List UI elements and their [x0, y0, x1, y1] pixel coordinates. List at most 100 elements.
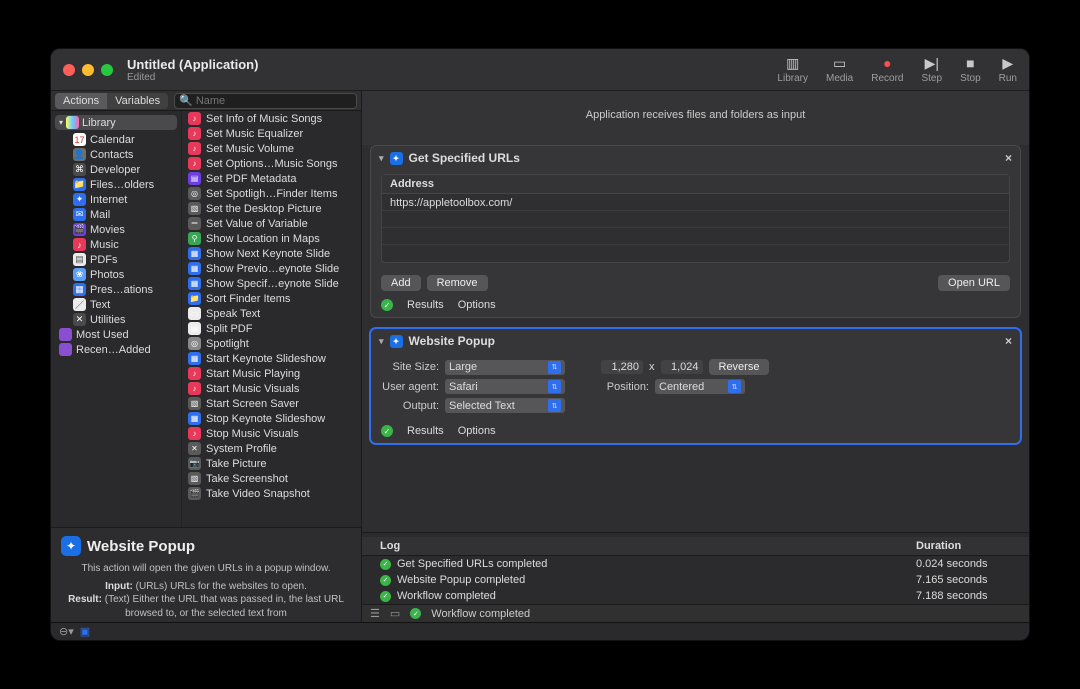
action-list-item[interactable]: ▦Show Previo…eynote Slide [182, 261, 361, 276]
output-select[interactable]: Selected Text ⇅ [445, 398, 565, 413]
action-list-item[interactable]: ♪Set Music Volume [182, 141, 361, 156]
remove-button[interactable]: Remove [427, 275, 488, 291]
action-list-item[interactable]: ▤Set PDF Metadata [182, 171, 361, 186]
action-list-item[interactable]: ▧Start Screen Saver [182, 396, 361, 411]
options-link[interactable]: Options [458, 299, 496, 311]
flow-view-icon[interactable]: ▭ [390, 607, 400, 620]
sidebar-item[interactable]: Most Used [55, 327, 177, 342]
action-list-item[interactable]: ♪Stop Music Visuals [182, 426, 361, 441]
library-tab-segment: Actions Variables [55, 93, 168, 109]
action-icon: ▭ [188, 307, 201, 320]
action-icon: ▤ [188, 322, 201, 335]
run-icon: ▶ [999, 55, 1017, 71]
action-list-item[interactable]: ◎Spotlight [182, 336, 361, 351]
close-icon[interactable]: × [1005, 151, 1012, 165]
reverse-button[interactable]: Reverse [709, 359, 770, 375]
action-list-item[interactable]: ▧Take Screenshot [182, 471, 361, 486]
box-icon[interactable]: ▣ [80, 625, 90, 638]
step-button[interactable]: ▶|Step [921, 55, 942, 84]
sidebar-item[interactable]: ▦Pres…ations [55, 282, 177, 297]
action-website-popup[interactable]: ▾ ✦ Website Popup × Site Size: Large ⇅ [370, 328, 1021, 444]
sidebar-item[interactable]: Recen…Added [55, 342, 177, 357]
url-table-row[interactable]: https://appletoolbox.com/ [382, 194, 1009, 211]
action-list-item[interactable]: ▤Split PDF [182, 321, 361, 336]
action-list-item[interactable]: ♪Start Music Playing [182, 366, 361, 381]
url-table-row[interactable]: . [382, 211, 1009, 228]
action-icon: ▦ [188, 412, 201, 425]
traffic-lights [63, 64, 113, 76]
sidebar-item[interactable]: ❀Photos [55, 267, 177, 282]
add-button[interactable]: Add [381, 275, 421, 291]
sidebar-item[interactable]: ✉Mail [55, 207, 177, 222]
results-link[interactable]: Results [407, 299, 444, 311]
action-list-item[interactable]: ♪Start Music Visuals [182, 381, 361, 396]
action-list-item[interactable]: ▧Set the Desktop Picture [182, 201, 361, 216]
action-list-item[interactable]: ✕System Profile [182, 441, 361, 456]
close-window-button[interactable] [63, 64, 75, 76]
stop-button[interactable]: ■Stop [960, 55, 981, 84]
sidebar-item[interactable]: ♪Music [55, 237, 177, 252]
gear-icon[interactable]: ⊖▾ [59, 625, 74, 638]
close-icon[interactable]: × [1005, 334, 1012, 348]
toolbar: ▥Library ▭Media ●Record ▶|Step ■Stop ▶Run [777, 55, 1017, 84]
action-list-item[interactable]: 📁Sort Finder Items [182, 291, 361, 306]
position-select[interactable]: Centered ⇅ [655, 379, 745, 394]
action-list-item[interactable]: ♪Set Info of Music Songs [182, 111, 361, 126]
sidebar-item[interactable]: ▤PDFs [55, 252, 177, 267]
url-table-row[interactable]: . [382, 245, 1009, 262]
sidebar-item[interactable]: 📁Files…olders [55, 177, 177, 192]
height-field[interactable] [661, 360, 703, 374]
search-field[interactable]: 🔍 [174, 93, 357, 109]
check-icon: ✓ [381, 299, 393, 311]
action-icon: ▦ [188, 262, 201, 275]
action-list-item[interactable]: ＝Set Value of Variable [182, 216, 361, 231]
action-list-item[interactable]: ▭Speak Text [182, 306, 361, 321]
sidebar-item[interactable]: ／Text [55, 297, 177, 312]
folder-icon [59, 343, 72, 356]
action-list-item[interactable]: 📷Take Picture [182, 456, 361, 471]
action-list-item[interactable]: ▦Start Keynote Slideshow [182, 351, 361, 366]
record-button[interactable]: ●Record [871, 55, 903, 84]
sidebar-item[interactable]: ✦Internet [55, 192, 177, 207]
toolbar-label: Record [871, 73, 903, 84]
sidebar-item[interactable]: 17Calendar [55, 132, 177, 147]
url-table-row[interactable]: . [382, 228, 1009, 245]
library-icon: ▥ [784, 55, 802, 71]
zoom-window-button[interactable] [101, 64, 113, 76]
action-list-item[interactable]: ▦Show Specif…eynote Slide [182, 276, 361, 291]
library-group[interactable]: ▾ Library [55, 115, 177, 130]
open-url-button[interactable]: Open URL [938, 275, 1010, 291]
action-get-specified-urls[interactable]: ▾ ✦ Get Specified URLs × Address https:/… [370, 145, 1021, 318]
action-label: Start Screen Saver [206, 398, 299, 410]
chevron-down-icon[interactable]: ▾ [379, 336, 384, 347]
category-icon: ❀ [73, 268, 86, 281]
tab-actions[interactable]: Actions [55, 93, 107, 109]
action-list-item[interactable]: ⚲Show Location in Maps [182, 231, 361, 246]
chevron-down-icon[interactable]: ▾ [379, 153, 384, 164]
action-list-item[interactable]: 🎬Take Video Snapshot [182, 486, 361, 501]
action-list-item[interactable]: ▦ Stop Keynote Slideshow [182, 411, 361, 426]
action-list-item[interactable]: ♪Set Music Equalizer [182, 126, 361, 141]
library-button[interactable]: ▥Library [777, 55, 808, 84]
media-button[interactable]: ▭Media [826, 55, 853, 84]
action-list-item[interactable]: ▦Show Next Keynote Slide [182, 246, 361, 261]
run-button[interactable]: ▶Run [999, 55, 1017, 84]
sidebar-item[interactable]: 👤Contacts [55, 147, 177, 162]
options-link[interactable]: Options [458, 425, 496, 437]
action-icon: 📁 [188, 292, 201, 305]
site-size-select[interactable]: Large ⇅ [445, 360, 565, 375]
action-list-item[interactable]: ◎Set Spotligh…Finder Items [182, 186, 361, 201]
action-label: Stop Keynote Slideshow [206, 413, 325, 425]
minimize-window-button[interactable] [82, 64, 94, 76]
width-field[interactable] [601, 360, 643, 374]
list-view-icon[interactable]: ☰ [370, 607, 380, 620]
sidebar-item[interactable]: ⌘Developer [55, 162, 177, 177]
action-list-item[interactable]: ♪Set Options…Music Songs [182, 156, 361, 171]
sidebar-item[interactable]: 🎬Movies [55, 222, 177, 237]
tab-variables[interactable]: Variables [107, 93, 168, 109]
position-value: Centered [659, 381, 704, 393]
user-agent-select[interactable]: Safari ⇅ [445, 379, 565, 394]
sidebar-item[interactable]: ✕Utilities [55, 312, 177, 327]
results-link[interactable]: Results [407, 425, 444, 437]
search-input[interactable] [196, 95, 352, 107]
